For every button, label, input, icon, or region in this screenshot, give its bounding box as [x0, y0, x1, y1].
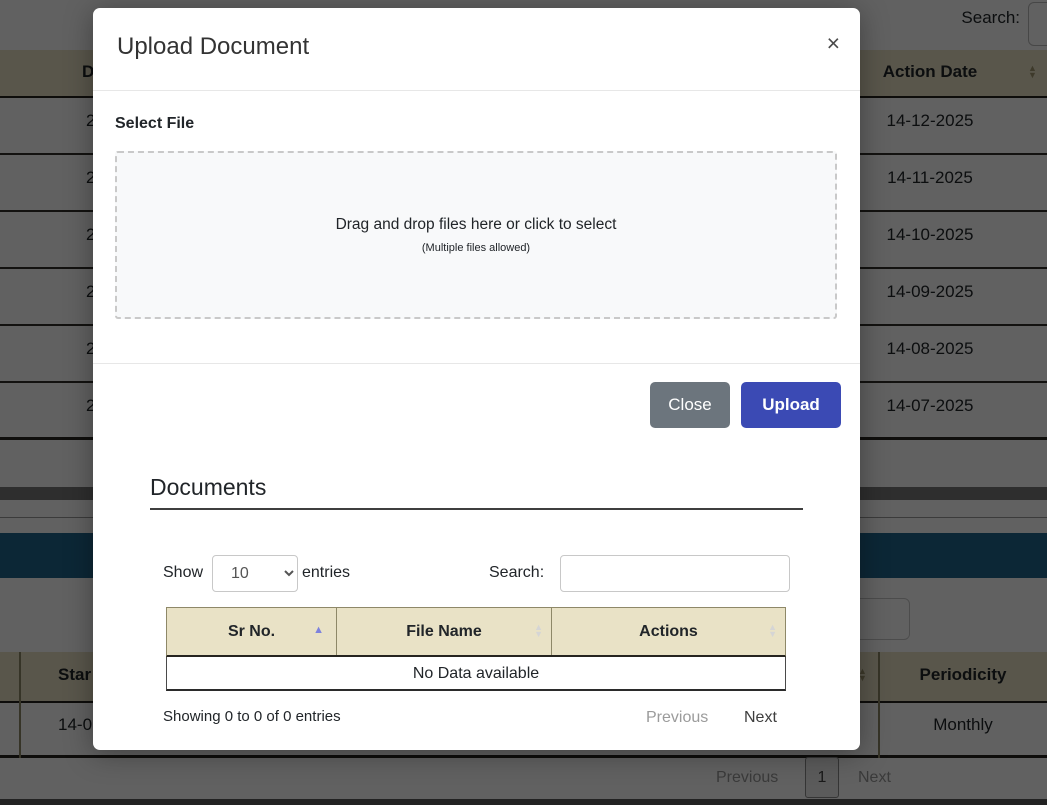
documents-table-header: Sr No. ▲ File Name ▲▼ Actions ▲▼ — [166, 607, 786, 657]
upload-button[interactable]: Upload — [741, 382, 841, 428]
divider — [93, 90, 860, 91]
upload-document-modal: Upload Document × Select File Drag and d… — [93, 8, 860, 750]
search-input[interactable] — [560, 555, 790, 592]
page-size-select[interactable]: 10 — [212, 555, 298, 592]
heading-underline — [150, 508, 803, 510]
empty-table-message: No Data available — [166, 657, 786, 691]
sort-icons: ▲▼ — [534, 624, 543, 638]
sort-icons: ▲▼ — [768, 624, 777, 638]
table-summary: Showing 0 to 0 of 0 entries — [163, 708, 341, 725]
show-label: Show — [163, 564, 203, 582]
column-header-sr-no[interactable]: Sr No. ▲ — [167, 608, 337, 655]
divider — [93, 363, 860, 364]
next-link[interactable]: Next — [744, 709, 777, 727]
previous-link[interactable]: Previous — [646, 709, 708, 727]
close-icon[interactable]: × — [827, 32, 840, 55]
select-file-label: Select File — [115, 115, 194, 133]
entries-label: entries — [302, 564, 350, 582]
search-label: Search: — [489, 564, 544, 582]
column-header-file-name[interactable]: File Name ▲▼ — [337, 608, 552, 655]
dropzone-text: Drag and drop files here or click to sel… — [336, 216, 617, 234]
documents-table: Sr No. ▲ File Name ▲▼ Actions ▲▼ No Data… — [166, 607, 786, 691]
dropzone-subtext: (Multiple files allowed) — [422, 242, 530, 254]
sort-asc-icon: ▲ — [313, 624, 324, 636]
column-header-label: Sr No. — [228, 623, 275, 641]
column-header-label: Actions — [639, 623, 698, 641]
close-button[interactable]: Close — [650, 382, 730, 428]
modal-title: Upload Document — [117, 33, 309, 61]
column-header-label: File Name — [406, 623, 482, 641]
file-dropzone[interactable]: Drag and drop files here or click to sel… — [115, 151, 837, 319]
column-header-actions[interactable]: Actions ▲▼ — [552, 608, 785, 655]
documents-heading: Documents — [150, 474, 266, 501]
